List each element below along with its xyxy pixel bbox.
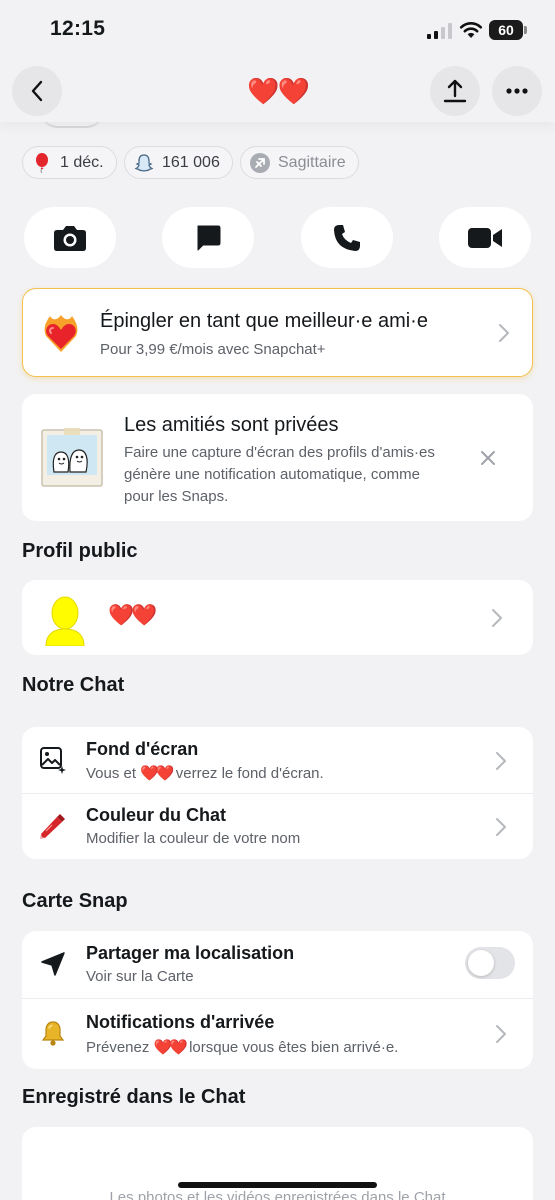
chevron-right-icon [496, 752, 506, 770]
wallpaper-subtitle: Vous et ❤️❤️ verrez le fond d'écran. [86, 765, 324, 782]
snap-map-heading: Carte Snap [22, 890, 128, 912]
birthday-label: 1 déc. [60, 153, 104, 171]
wallpaper-icon [38, 745, 68, 775]
pin-best-friend-title: Épingler en tant que meilleur·e ami·e [100, 310, 428, 332]
share-location-title: Partager ma localisation [86, 943, 295, 963]
status-bar: 12:15 60 [0, 0, 555, 60]
public-profile-row[interactable]: ❤️❤️ [22, 580, 533, 655]
zodiac-chip[interactable]: Sagittaire [240, 146, 359, 179]
snap-map-card: Partager ma localisation Voir sur la Car… [22, 931, 533, 1069]
chevron-right-icon [499, 324, 509, 342]
fire-heart-icon [44, 315, 78, 352]
saved-in-chat-heading: Enregistré dans le Chat [22, 1086, 246, 1108]
snapscore-label: 161 006 [162, 153, 220, 171]
chevron-right-icon [496, 818, 506, 836]
sagittarius-icon [250, 152, 270, 173]
chat-color-row[interactable]: Couleur du Chat Modifier la couleur de v… [22, 793, 533, 859]
bell-icon [38, 1018, 68, 1048]
chevron-right-icon [496, 1025, 506, 1043]
arrival-notifications-subtitle: Prévenez ❤️❤️ lorsque vous êtes bien arr… [86, 1039, 399, 1056]
pin-best-friend-subtitle: Pour 3,99 €/mois avec Snapchat+ [100, 341, 326, 358]
toggle-knob [468, 950, 494, 976]
our-chat-heading: Notre Chat [22, 674, 125, 696]
close-icon[interactable] [479, 449, 497, 467]
status-time: 12:15 [50, 17, 106, 40]
chat-color-title: Couleur du Chat [86, 805, 226, 825]
balloon-icon [32, 152, 52, 173]
share-location-row[interactable]: Partager ma localisation Voir sur la Car… [22, 931, 533, 998]
privacy-title: Les amitiés sont privées [124, 414, 339, 436]
phone-icon [334, 224, 360, 251]
chevron-right-icon [492, 609, 502, 627]
snapchat-ghost-icon [134, 153, 154, 173]
wallpaper-row[interactable]: Fond d'écran Vous et ❤️❤️ verrez le fond… [22, 727, 533, 793]
wallpaper-friend-name: ❤️❤️ [140, 765, 174, 782]
arrival-friend-name: ❤️❤️ [153, 1039, 188, 1056]
location-arrow-icon [38, 949, 68, 979]
arrival-notifications-title: Notifications d'arrivée [86, 1012, 275, 1032]
friendship-privacy-card: Les amitiés sont privées Faire une captu… [22, 394, 533, 521]
public-profile-name: ❤️❤️ [108, 604, 157, 627]
our-chat-card: Fond d'écran Vous et ❤️❤️ verrez le fond… [22, 727, 533, 859]
arrival-notifications-row[interactable]: Notifications d'arrivée Prévenez ❤️❤️ lo… [22, 998, 533, 1069]
share-location-subtitle: Voir sur la Carte [86, 968, 194, 985]
chat-bubble-icon [197, 225, 221, 250]
zodiac-label: Sagittaire [278, 153, 346, 171]
cellular-signal-icon [427, 23, 452, 39]
snapscore-chip[interactable]: 161 006 [124, 146, 233, 179]
camera-icon [54, 225, 86, 251]
saved-in-chat-card: Les photos et les vidéos enregistrées da… [22, 1127, 533, 1200]
saved-in-chat-empty-text: Les photos et les vidéos enregistrées da… [109, 1189, 446, 1200]
bitmoji-avatar-icon [45, 596, 85, 646]
birthday-chip[interactable]: 1 déc. [22, 146, 117, 179]
wallpaper-title: Fond d'écran [86, 739, 199, 759]
share-button[interactable] [430, 66, 480, 116]
wifi-icon [459, 22, 483, 38]
public-profile-heading: Profil public [22, 540, 138, 562]
more-options-button[interactable] [492, 66, 542, 116]
battery-icon: 60 [489, 20, 527, 40]
camera-button[interactable] [24, 207, 116, 268]
chat-color-subtitle: Modifier la couleur de votre nom [86, 830, 301, 847]
pin-best-friend-card[interactable]: Épingler en tant que meilleur·e ami·e Po… [22, 288, 533, 377]
polaroid-ghosts-icon [41, 428, 103, 487]
share-icon [443, 79, 467, 103]
battery-level: 60 [489, 20, 523, 40]
video-call-button[interactable] [439, 207, 531, 268]
chat-button[interactable] [162, 207, 254, 268]
call-button[interactable] [301, 207, 393, 268]
home-indicator[interactable] [178, 1182, 377, 1188]
privacy-body: Faire une capture d'écran des profils d'… [124, 444, 435, 505]
more-dots-icon [506, 88, 528, 94]
crayon-icon [38, 811, 68, 841]
video-camera-icon [468, 227, 502, 248]
share-location-toggle[interactable] [465, 947, 515, 979]
profile-header: ❤️❤️ [0, 60, 555, 122]
